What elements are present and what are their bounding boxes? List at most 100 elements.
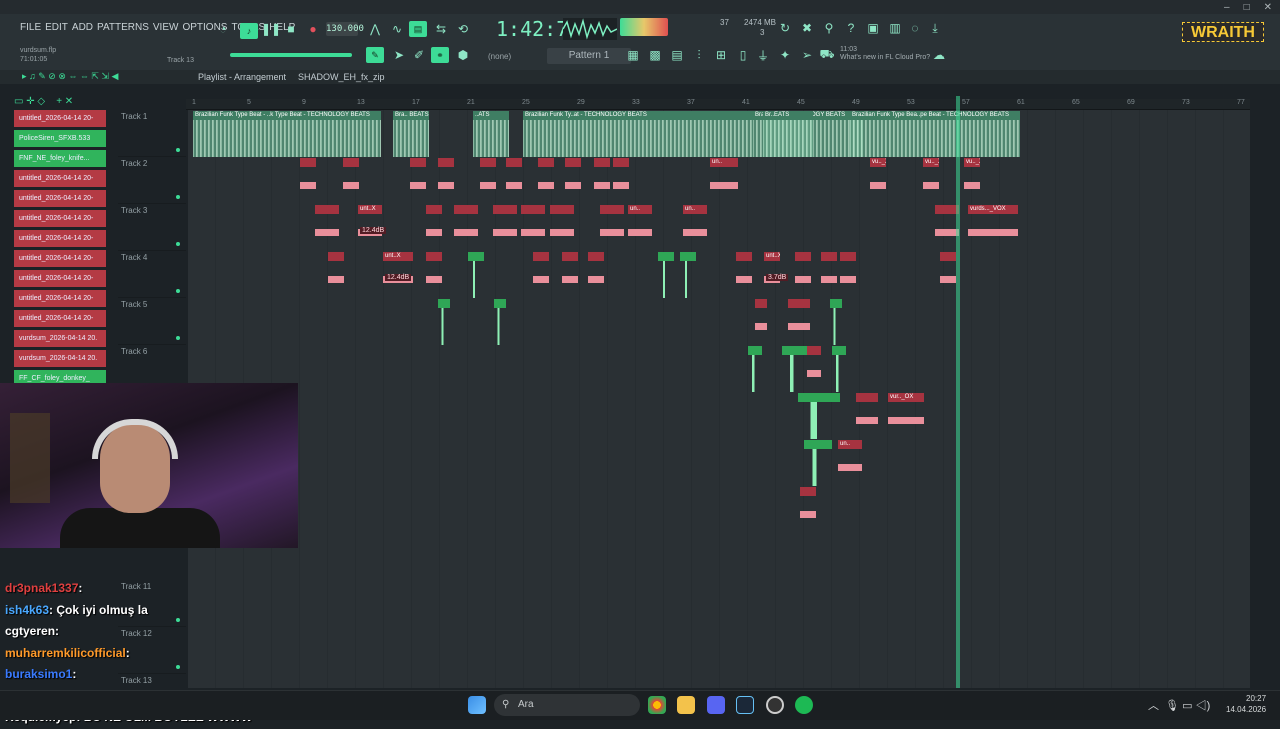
playlist-clip[interactable]: vurds..._VOX — [968, 205, 1018, 251]
playlist-clip[interactable] — [588, 252, 604, 298]
playlist-clip[interactable]: unt..X 3.7dB — [764, 252, 789, 298]
spotify-icon[interactable] — [795, 696, 813, 714]
loop-icon[interactable]: ⟲ — [454, 21, 472, 37]
playlist-clip[interactable] — [804, 440, 832, 486]
playlist-clip[interactable] — [343, 158, 359, 204]
record-icon[interactable]: ● — [304, 21, 322, 37]
track-mute-led[interactable] — [176, 195, 180, 199]
playlist-clip[interactable] — [736, 252, 752, 298]
playlist-clip[interactable] — [315, 205, 339, 251]
piano-roll-icon[interactable]: ▩ — [646, 47, 664, 63]
taskbar-clock[interactable]: 20:27 14.04.2026 — [1226, 693, 1266, 715]
start-icon[interactable] — [468, 696, 486, 714]
playlist-clip[interactable]: vu.._X — [870, 158, 886, 204]
track-header[interactable]: Track 2 — [118, 157, 186, 204]
track-header[interactable]: Track 1 — [118, 110, 186, 157]
playlist-clip[interactable] — [438, 158, 454, 204]
steam-icon[interactable] — [736, 696, 754, 714]
playlist-clip[interactable] — [840, 252, 856, 298]
taskbar-search[interactable]: ⚲ Ara — [494, 694, 640, 716]
track-header[interactable]: Track 5 — [118, 298, 186, 345]
close-button[interactable]: ✕ — [1264, 2, 1272, 13]
cloud-icon[interactable]: ☁ — [930, 47, 948, 63]
playlist-clip[interactable] — [832, 346, 846, 392]
playlist-clip[interactable] — [613, 158, 629, 204]
mixer-icon[interactable]: ▥ — [886, 20, 904, 36]
playlist-clip[interactable] — [426, 205, 442, 251]
playlist-clip[interactable] — [788, 299, 810, 345]
help-icon[interactable]: ? — [842, 20, 860, 36]
playlist-clip[interactable] — [328, 252, 344, 298]
cart-icon[interactable]: ⛟ — [818, 47, 836, 63]
playlist-clip[interactable]: ..ATS — [473, 111, 509, 157]
chrome-icon[interactable] — [648, 696, 666, 714]
browser-icon[interactable]: ⊞ — [712, 47, 730, 63]
link-tool-button[interactable]: ⚭ — [431, 47, 449, 63]
refresh-icon[interactable]: ↻ — [776, 20, 794, 36]
browser-item[interactable]: vurdsum_2026-04-14 20. — [14, 330, 106, 347]
playlist-clip[interactable] — [480, 158, 496, 204]
draw-tool-button[interactable]: ✎ — [366, 47, 384, 63]
stamp-icon[interactable]: ⬢ — [454, 47, 472, 63]
playlist-clip[interactable]: Bra.. BEATS — [393, 111, 429, 157]
playlist-clip[interactable] — [748, 346, 762, 392]
playlist-clip[interactable] — [521, 205, 545, 251]
browser-item[interactable]: FNF_NE_foley_knife... — [14, 150, 106, 167]
tag-icon[interactable]: ✦ — [776, 47, 794, 63]
playlist-clip[interactable]: un.. — [710, 158, 738, 204]
playlist-clip[interactable] — [807, 346, 821, 392]
track-mute-led[interactable] — [176, 148, 180, 152]
playlist-clip[interactable] — [494, 299, 506, 345]
playlist-clip[interactable]: unt..X 12.4dB — [383, 252, 413, 298]
browser-item[interactable]: vurdsum_2026-04-14 20. — [14, 350, 106, 367]
playlist-clip[interactable]: Brazilian Funk Type Bea..pe Beat - TECHN… — [850, 111, 1020, 157]
playlist-clip[interactable]: Br..EATS — [763, 111, 813, 157]
browser-toolbar[interactable]: ▭ ✛ ◇ + ✕ — [14, 96, 106, 108]
tempo-display[interactable]: 130.000 — [326, 22, 364, 36]
timeline-ruler[interactable]: 1 5 9 13 17 21 25 29 33 37 41 45 49 53 57 61 65 69 73 77 — [186, 99, 1250, 110]
playlist-clip[interactable] — [821, 252, 837, 298]
stop-icon[interactable]: ■ — [282, 21, 300, 37]
browser-item[interactable]: untitled_2026-04-14 20- — [14, 190, 106, 207]
playlist-clip[interactable] — [795, 252, 811, 298]
pattern-selector[interactable]: Pattern 1 — [547, 48, 631, 64]
save-icon[interactable]: ▣ — [864, 20, 882, 36]
chat-username[interactable]: cgtyeren — [5, 624, 55, 638]
playlist-clip[interactable] — [506, 158, 522, 204]
track-mute-led[interactable] — [176, 242, 180, 246]
plugin-plug-icon[interactable]: ⏚ — [754, 47, 772, 63]
browser-item[interactable]: untitled_2026-04-14 20- — [14, 270, 106, 287]
playlist-clip[interactable] — [538, 158, 554, 204]
playlist-clip[interactable] — [856, 393, 878, 439]
playlist-toolbar-icons[interactable]: ▸ ♫ ✎ ⊘ ⊗ ⇔ ⇔ ⇱ ⇲ ◀ — [22, 71, 118, 82]
playlist-clip[interactable]: un.. — [838, 440, 862, 486]
playlist-clip[interactable] — [798, 393, 840, 439]
playlist-clip[interactable] — [782, 346, 808, 392]
maximize-button[interactable]: □ — [1244, 2, 1250, 13]
download-icon[interactable]: ⤓ — [926, 20, 944, 36]
playlist-clip[interactable] — [755, 299, 767, 345]
playlist-clip[interactable] — [493, 205, 517, 251]
playlist-clip[interactable] — [600, 205, 624, 251]
playlist-arrangement[interactable]: Brazilian Funk Type Beat - ..k Type Beat… — [188, 110, 1250, 688]
mixer-sliders-icon[interactable]: ⫶ — [690, 47, 708, 63]
playlist-clip[interactable] — [468, 252, 484, 298]
playlist-clip[interactable]: Brazilian Funk Ty..at - TECHNOLOGY BEATS — [523, 111, 753, 157]
arrow-right-icon[interactable]: ➤ — [390, 47, 408, 63]
playhead[interactable] — [956, 96, 960, 688]
folder-icon[interactable] — [677, 696, 695, 714]
browser-item[interactable]: untitled_2026-04-14 20- — [14, 230, 106, 247]
browser-item[interactable]: untitled_2026-04-14 20- — [14, 290, 106, 307]
playlist-icon[interactable]: ▦ — [624, 47, 642, 63]
track-mute-led[interactable] — [176, 289, 180, 293]
playlist-clip[interactable]: vu.._X — [964, 158, 980, 204]
track-header[interactable]: Track 3 — [118, 204, 186, 251]
playlist-clip[interactable] — [594, 158, 610, 204]
chat-username[interactable]: buraksimo1 — [5, 667, 72, 681]
browser-item[interactable]: untitled_2026-04-14 20- — [14, 250, 106, 267]
playlist-clip[interactable] — [800, 487, 816, 533]
browser-item[interactable]: untitled_2026-04-14 20- — [14, 210, 106, 227]
step-mode-toggle[interactable]: ▤ — [409, 21, 427, 37]
obs-icon[interactable] — [766, 696, 784, 714]
song-mode-toggle[interactable]: ♪ — [240, 23, 258, 39]
